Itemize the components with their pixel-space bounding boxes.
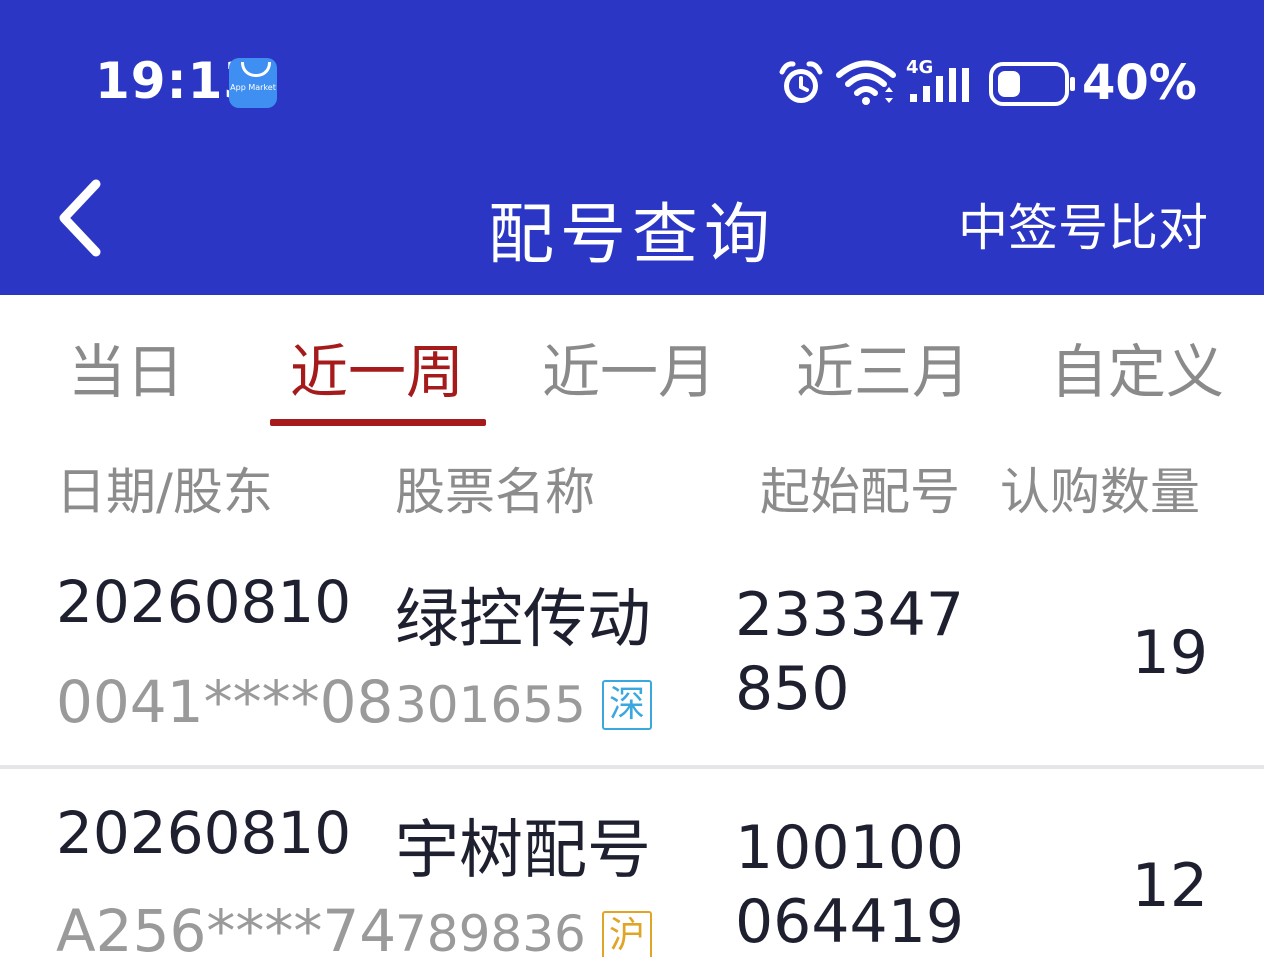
wifi-icon [836,60,896,105]
winning-number-compare-button[interactable]: 中签号比对 [958,188,1208,260]
row-start-number-line1: 100100 [735,813,965,883]
row-stock-name: 宇树配号 [395,814,651,888]
tab-last-three-months[interactable]: 近三月 [796,325,970,409]
market-badge-sh: 沪 [602,911,652,957]
app-market-label: App Market [230,83,276,92]
signal-icon [910,68,969,102]
app-market-icon: App Market [229,58,277,108]
column-header-stock-name: 股票名称 [395,463,595,521]
app-header: 19:13 App Market 4G 40% 配号查询 中签号比对 [0,0,1264,295]
market-badge-sz: 深 [602,680,652,730]
row-start-number-line2: 850 [735,654,850,724]
tab-last-week[interactable]: 近一周 [290,325,464,409]
active-tab-indicator [270,419,486,426]
tab-custom[interactable]: 自定义 [1050,325,1224,409]
column-header-date-holder: 日期/股东 [56,463,273,521]
row-start-number-line2: 064419 [735,887,965,957]
column-header-start-number: 起始配号 [760,463,960,521]
battery-icon [989,62,1075,106]
period-tabs: 当日 近一周 近一月 近三月 自定义 [0,295,1264,430]
column-header-quantity: 认购数量 [1000,463,1200,521]
row-date: 20260810 [56,799,352,867]
row-start-number: 100100 064419 [735,811,964,957]
row-account: A256****74 [56,897,397,957]
row-stock-code: 301655 [395,676,586,734]
tab-today[interactable]: 当日 [68,325,184,409]
table-row[interactable]: 20260810 0041****08 绿控传动 301655 深 233347… [0,538,1264,766]
row-stock-name: 绿控传动 [395,583,651,657]
alarm-icon [779,61,823,103]
row-stock-code: 789836 [395,905,586,957]
battery-percent: 40% [1082,55,1197,111]
table-row[interactable]: 20260810 A256****74 宇树配号 789836 沪 100100… [0,769,1264,957]
row-start-number: 233347 850 [735,578,964,726]
row-account: 0041****08 [56,668,394,736]
row-quantity: 12 [1131,851,1208,921]
row-quantity: 19 [1131,618,1208,688]
row-start-number-line1: 233347 [735,580,965,650]
row-date: 20260810 [56,568,352,636]
tab-last-month[interactable]: 近一月 [542,325,716,409]
